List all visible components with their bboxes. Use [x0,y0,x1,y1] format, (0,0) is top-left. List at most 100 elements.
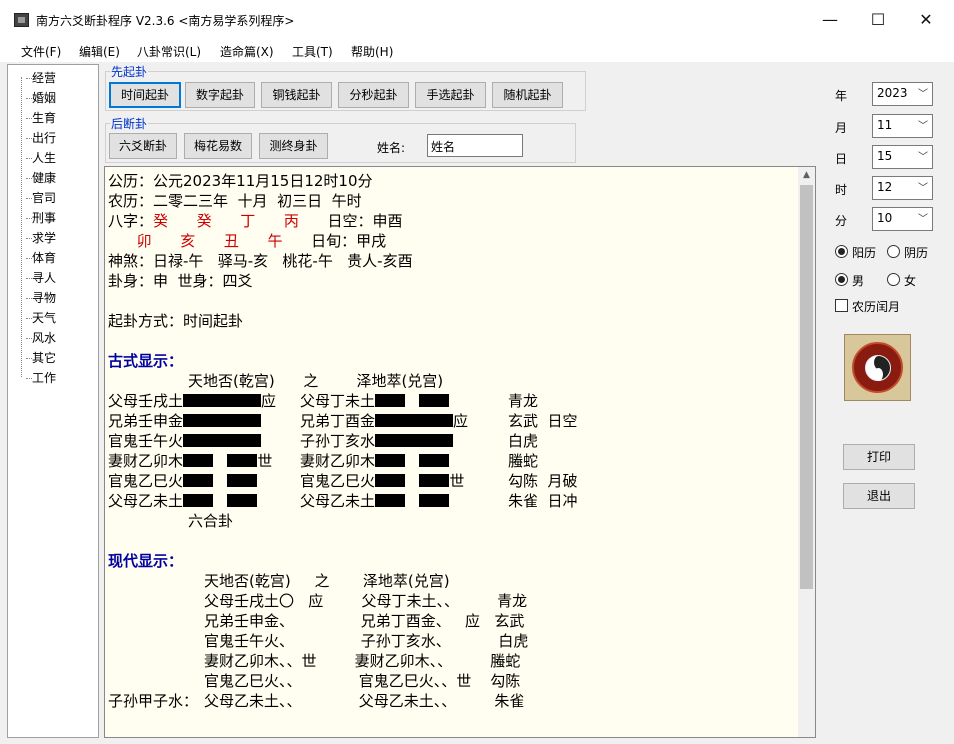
tree-item[interactable]: 人生 [25,149,56,167]
gushen-liushen: 勾陈 月破 [508,472,578,490]
qigua-method: 起卦方式：时间起卦 [108,312,244,330]
month-label: 月 [835,121,848,135]
menu-zaoming[interactable]: 造命篇(X) [220,43,274,60]
menu-file[interactable]: 文件(F) [21,43,61,60]
lunar-radio[interactable] [887,245,900,258]
scroll-thumb[interactable] [800,185,813,589]
tree-item[interactable]: 健康 [25,169,56,187]
result-panel[interactable]: 公历：公元2023年11月15日12时10分 农历：二零二三年 十月 初三日 午… [104,166,816,738]
name-input[interactable]: 姓名 [427,134,523,157]
gan-day: 丁 [240,212,256,230]
name-label: 姓名: [377,141,406,155]
random-qigua-button[interactable]: 随机起卦 [492,82,563,108]
menu-tools[interactable]: 工具(T) [292,43,333,60]
minute-select[interactable]: 10 ﹀ [872,207,933,231]
solar-radio[interactable] [835,245,848,258]
menu-help[interactable]: 帮助(H) [351,43,393,60]
yin-yao-right [419,494,450,507]
xiandai-line: 妻财乙卯木、、世 妻财乙卯木、、 螣蛇 [204,652,521,670]
tree-item[interactable]: 其它 [25,349,56,367]
close-button[interactable]: ✕ [906,6,946,34]
yin-yao-right [227,474,258,487]
qigua-group-title: 先起卦 [110,63,149,80]
window-title: 南方六爻断卦程序 V2.3.6 <南方易学系列程序> [36,14,295,28]
tree-item[interactable]: 寻人 [25,269,56,287]
day-label: 日 [835,152,848,166]
bazi-label: 八字： [108,212,154,230]
gushi-line: 官鬼乙巳火 [108,471,258,491]
tree-item[interactable]: 官司 [25,189,56,207]
tree-item[interactable]: 天气 [25,309,56,327]
tree-item[interactable]: 经营 [25,69,56,87]
year-label: 年 [835,89,848,103]
yin-yao-left [375,454,406,467]
tree-item[interactable]: 婚姻 [25,89,56,107]
year-select[interactable]: 2023 ﹀ [872,82,933,106]
tree-item[interactable]: 风水 [25,329,56,347]
menu-bagua[interactable]: 八卦常识(L) [137,43,201,60]
zhongshen-button[interactable]: 测终身卦 [259,133,328,159]
yao-text: 兄弟丁酉金 [300,412,376,430]
menu-edit[interactable]: 编辑(E) [79,43,120,60]
yao-text: 兄弟壬申金 [108,412,184,430]
gushi-line-right: 父母丁未土 [300,391,450,411]
yin-yao-right [419,394,450,407]
xiandai-line: 官鬼壬午火、 子孙丁亥水、 白虎 [204,632,529,650]
print-button[interactable]: 打印 [843,444,915,470]
liuyao-duangua-button[interactable]: 六爻断卦 [109,133,177,159]
yao-text: 官鬼乙巳火 [300,472,376,490]
gushi-line-right: 兄弟丁酉金 应 [300,411,468,431]
time-qigua-button[interactable]: 时间起卦 [109,82,181,108]
exit-button[interactable]: 退出 [843,483,915,509]
minute-second-qigua-button[interactable]: 分秒起卦 [338,82,409,108]
tree-item[interactable]: 求学 [25,229,56,247]
vertical-scrollbar[interactable]: ▲ [798,167,815,737]
category-tree[interactable]: 经营 婚姻 生育 出行 人生 健康 官司 刑事 求学 体育 寻人 寻物 天气 风… [7,64,99,738]
tree-item[interactable]: 刑事 [25,209,56,227]
app-icon [14,13,29,27]
tree-item[interactable]: 出行 [25,129,56,147]
yao-mark: 应 [261,392,277,410]
chevron-down-icon: ﹀ [918,214,928,225]
gushen-liushen: 螣蛇 [508,452,539,470]
yao-text: 父母乙未土 [300,492,376,510]
tree-item[interactable]: 工作 [25,369,56,387]
coin-qigua-button[interactable]: 铜钱起卦 [261,82,332,108]
gushi-line: 父母乙未土 [108,491,258,511]
yang-yao [375,414,454,427]
number-qigua-button[interactable]: 数字起卦 [185,82,255,108]
yao-mark: 应 [453,412,469,430]
female-radio[interactable] [887,273,900,286]
chevron-down-icon: ﹀ [918,152,928,163]
solar-date: 公历：公元2023年11月15日12时10分 [108,172,373,190]
lunar-label: 阴历 [904,246,929,260]
yao-text: 父母乙未土 [108,492,184,510]
meihua-button[interactable]: 梅花易数 [184,133,252,159]
guashen: 卦身：申 世身：四爻 [108,272,253,290]
zhi-year: 卯 [136,232,152,250]
yin-yao-right [227,494,258,507]
yao-mark: 世 [257,452,273,470]
tree-item[interactable]: 生育 [25,109,56,127]
male-radio[interactable] [835,273,848,286]
gushi-line-right: 妻财乙卯木 [300,451,450,471]
gushi-line-right: 子孙丁亥水 [300,431,454,451]
hour-label: 时 [835,183,848,197]
yao-text: 官鬼壬午火 [108,432,184,450]
gushi-line: 妻财乙卯木 世 [108,451,272,471]
hour-select[interactable]: 12 ﹀ [872,176,933,200]
yao-text: 官鬼乙巳火 [108,472,184,490]
tree-item[interactable]: 寻物 [25,289,56,307]
tree-connector [21,77,22,377]
leap-month-checkbox[interactable] [835,299,848,312]
gushi-line: 兄弟壬申金 [108,411,262,431]
day-select[interactable]: 15 ﹀ [872,145,933,169]
scroll-up-arrow-icon[interactable]: ▲ [798,167,815,184]
month-select[interactable]: 11 ﹀ [872,114,933,138]
bagua-ring-icon [852,342,903,393]
fushen-label: 子孙甲子水： [108,692,199,710]
maximize-button[interactable]: ☐ [858,6,898,34]
tree-item[interactable]: 体育 [25,249,56,267]
manual-qigua-button[interactable]: 手选起卦 [415,82,486,108]
minimize-button[interactable]: — [810,6,850,34]
